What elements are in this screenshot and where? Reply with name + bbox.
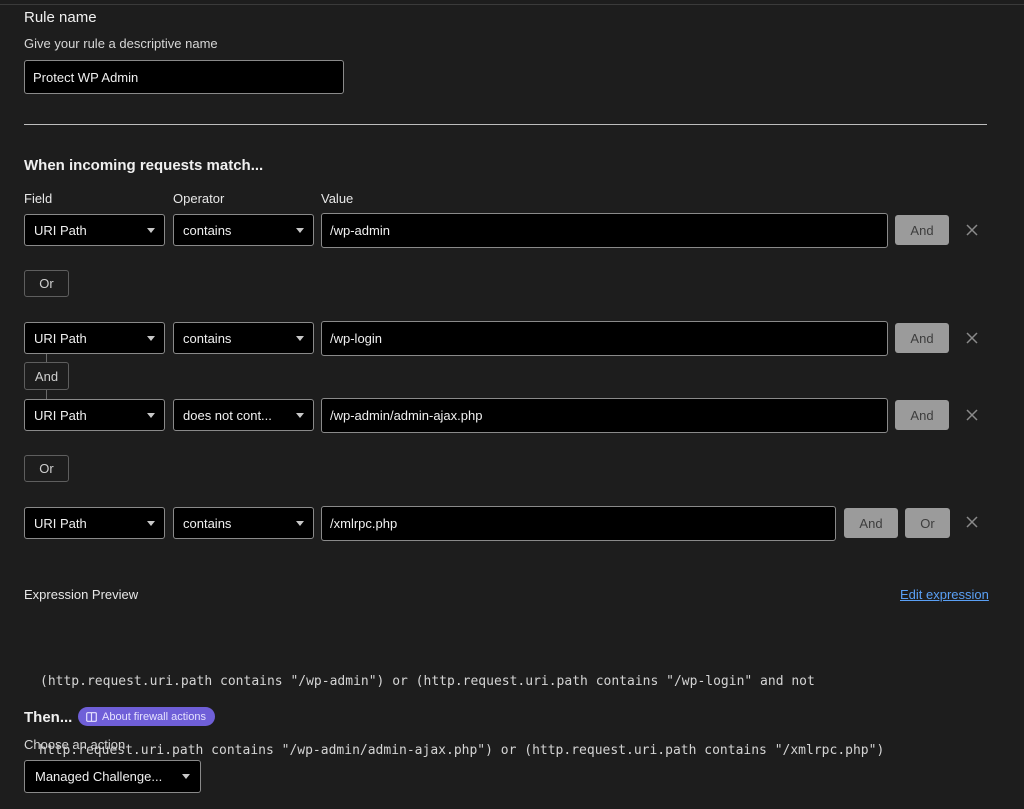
value-input-3[interactable]: /wp-admin/admin-ajax.php: [321, 398, 888, 433]
field-column-label: Field: [24, 191, 53, 206]
field-select-value: URI Path: [34, 515, 87, 531]
chevron-down-icon: [296, 227, 304, 233]
edit-expression-link[interactable]: Edit expression: [900, 587, 989, 602]
action-select-value: Managed Challenge...: [35, 769, 163, 784]
and-connector[interactable]: And: [24, 362, 69, 390]
chevron-down-icon: [147, 335, 155, 341]
operator-select-value: does not cont...: [183, 407, 272, 423]
operator-select-1[interactable]: contains: [173, 214, 314, 246]
operator-select-value: contains: [183, 330, 232, 346]
badge-label: About firewall actions: [102, 710, 206, 723]
field-select-value: URI Path: [34, 407, 87, 423]
or-connector-2[interactable]: Or: [24, 455, 69, 482]
value-input-text: /wp-login: [330, 331, 383, 346]
or-button-4[interactable]: Or: [905, 508, 950, 538]
value-input-text: /wp-admin/admin-ajax.php: [330, 408, 483, 423]
operator-select-2[interactable]: contains: [173, 322, 314, 354]
chevron-down-icon: [296, 412, 304, 418]
operator-select-value: contains: [183, 222, 232, 238]
match-heading: When incoming requests match...: [24, 157, 264, 174]
expression-preview-label: Expression Preview: [24, 587, 139, 602]
close-icon[interactable]: [965, 223, 979, 237]
connector-line: [46, 354, 47, 362]
value-input-text: /xmlrpc.php: [330, 516, 398, 531]
chevron-down-icon: [296, 520, 304, 526]
expression-line-2: http.request.uri.path contains "/wp-admi…: [39, 743, 885, 758]
and-button-4[interactable]: And: [844, 508, 898, 538]
rule-name-hint: Give your rule a descriptive name: [24, 36, 218, 51]
connector-line: [46, 390, 47, 399]
or-connector-1[interactable]: Or: [24, 270, 69, 297]
value-input-text: /wp-admin: [330, 223, 390, 238]
top-border: [0, 4, 1024, 5]
field-select-value: URI Path: [34, 330, 87, 346]
value-input-1[interactable]: /wp-admin: [321, 213, 888, 248]
rule-name-heading: Rule name: [24, 9, 97, 26]
field-select-1[interactable]: URI Path: [24, 214, 165, 246]
close-icon[interactable]: [965, 331, 979, 345]
rule-name-input[interactable]: Protect WP Admin: [24, 60, 344, 94]
chevron-down-icon: [147, 227, 155, 233]
operator-select-value: contains: [183, 515, 232, 531]
chevron-down-icon: [296, 335, 304, 341]
field-select-3[interactable]: URI Path: [24, 399, 165, 431]
value-input-2[interactable]: /wp-login: [321, 321, 888, 356]
then-heading: Then...: [24, 709, 73, 726]
book-icon: [86, 711, 97, 722]
and-button-3[interactable]: And: [895, 400, 949, 430]
chevron-down-icon: [147, 520, 155, 526]
and-button-2[interactable]: And: [895, 323, 949, 353]
choose-action-hint: Choose an action: [24, 737, 126, 752]
close-icon[interactable]: [965, 408, 979, 422]
rule-name-value: Protect WP Admin: [33, 69, 139, 85]
operator-select-3[interactable]: does not cont...: [173, 399, 314, 431]
action-select[interactable]: Managed Challenge...: [24, 760, 201, 793]
chevron-down-icon: [147, 412, 155, 418]
field-select-4[interactable]: URI Path: [24, 507, 165, 539]
close-icon[interactable]: [965, 515, 979, 529]
expression-line-1: (http.request.uri.path contains "/wp-adm…: [40, 674, 815, 689]
operator-column-label: Operator: [173, 191, 225, 206]
value-input-4[interactable]: /xmlrpc.php: [321, 506, 836, 541]
about-firewall-actions-badge[interactable]: About firewall actions: [78, 707, 215, 726]
value-column-label: Value: [321, 191, 354, 206]
field-select-value: URI Path: [34, 222, 87, 238]
field-select-2[interactable]: URI Path: [24, 322, 165, 354]
and-button-1[interactable]: And: [895, 215, 949, 245]
chevron-down-icon: [182, 774, 190, 779]
divider: [24, 124, 987, 125]
operator-select-4[interactable]: contains: [173, 507, 314, 539]
